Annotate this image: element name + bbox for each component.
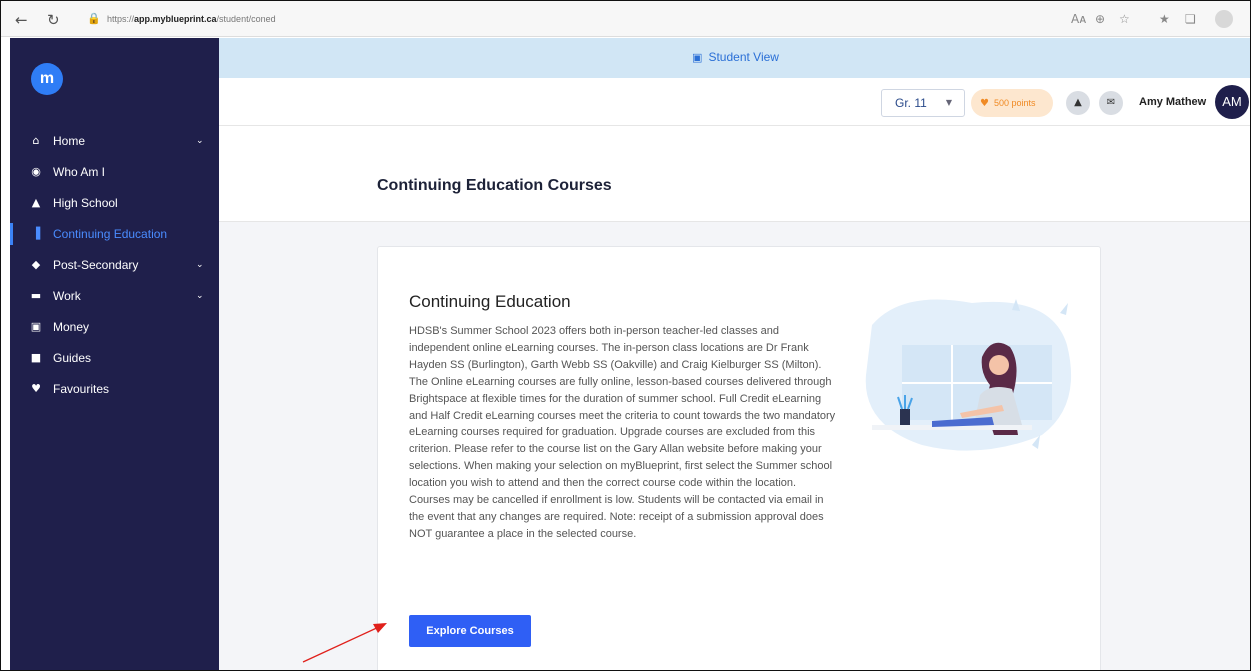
student-view-label[interactable]: ▣ Student View	[219, 50, 1250, 64]
sidebar-item-high-school[interactable]: ▲ High School	[10, 188, 219, 218]
myblueprint-logo[interactable]: m	[31, 63, 63, 95]
continuing-education-card: Continuing Education HDSB's Summer Schoo…	[377, 246, 1101, 670]
money-icon: ▣	[30, 320, 42, 333]
chevron-down-icon[interactable]: ⌄	[196, 250, 204, 280]
annotation-arrow	[302, 623, 387, 663]
read-aloud-icon[interactable]: Aᴀ	[1071, 12, 1086, 26]
sidebar-item-work[interactable]: ▬ Work ⌄	[10, 281, 219, 311]
sidebar-item-label: Guides	[53, 351, 92, 365]
sidebar-item-guides[interactable]: ■ Guides	[10, 343, 219, 373]
reload-icon[interactable]: ↻	[47, 11, 60, 29]
sidebar-item-label: Who Am I	[53, 165, 106, 179]
url-host: app.myblueprint.ca	[134, 14, 217, 24]
home-icon: ⌂	[32, 134, 40, 147]
sidebar-item-label: Post-Secondary	[53, 258, 139, 272]
user-circle-icon: ◉	[31, 165, 41, 178]
sidebar-item-who-am-i[interactable]: ◉ Who Am I	[10, 157, 219, 187]
avatar[interactable]: AM	[1215, 85, 1249, 119]
lock-icon: 🔒	[87, 12, 101, 25]
sidebar-item-label: Work	[53, 289, 81, 303]
zoom-icon[interactable]: ⊕	[1095, 12, 1105, 26]
points-badge[interactable]: ♥ 500 points	[971, 89, 1053, 117]
collections-icon[interactable]: ❏	[1185, 12, 1196, 26]
chevron-down-icon: ▼	[945, 98, 952, 107]
sidebar-item-label: Favourites	[53, 382, 110, 396]
active-indicator	[10, 223, 13, 245]
url-path: /student/coned	[216, 14, 276, 24]
graduation-cap-icon: ◆	[31, 258, 41, 271]
explore-courses-button[interactable]: Explore Courses	[409, 615, 531, 647]
sidebar-item-money[interactable]: ▣ Money	[10, 312, 219, 342]
top-header: Gr. 11 ▼ ♥ 500 points ▲ ✉ Amy Mathew AM	[219, 78, 1250, 126]
sidebar-item-continuing-education[interactable]: ▐ Continuing Education	[10, 219, 219, 249]
heart-icon: ♥	[31, 382, 41, 395]
sidebar-item-label: Continuing Education	[53, 227, 168, 241]
user-name[interactable]: Amy Mathew	[1139, 96, 1206, 108]
card-title: Continuing Education	[409, 292, 571, 311]
books-icon: ▐	[31, 227, 41, 240]
grade-select[interactable]: Gr. 11 ▼	[881, 89, 965, 117]
sidebar: m ⌂ Home ⌄ ◉ Who Am I ▲ High School ▐ Continuing…	[10, 38, 219, 670]
guides-icon: ■	[30, 351, 42, 364]
address-bar[interactable]: 🔒 https://app.myblueprint.ca/student/con…	[83, 8, 1083, 30]
chevron-down-icon[interactable]: ⌄	[196, 126, 204, 156]
favorites-icon[interactable]: ★	[1159, 12, 1170, 26]
sidebar-item-post-secondary[interactable]: ◆ Post-Secondary ⌄	[10, 250, 219, 280]
heart-icon: ♥	[980, 98, 989, 109]
sidebar-item-home[interactable]: ⌂ Home ⌄	[10, 126, 219, 156]
page-title: Continuing Education Courses	[377, 177, 612, 194]
student-studying-illustration	[865, 299, 1072, 451]
back-arrow-icon[interactable]: ←	[15, 11, 28, 29]
url-scheme: https://	[107, 14, 135, 24]
screenshot-frame: ← ↻ 🔒 https://app.myblueprint.ca/student…	[0, 0, 1251, 671]
sidebar-item-label: Money	[53, 320, 90, 334]
page-header: Continuing Education Courses	[219, 126, 1250, 222]
student-view-banner: ▣ Student View	[219, 38, 1250, 78]
browser-profile-icon[interactable]	[1215, 10, 1233, 28]
notifications-bell-icon[interactable]: ▲	[1066, 91, 1090, 115]
favorite-add-icon[interactable]: ☆	[1119, 12, 1130, 26]
card-description: HDSB's Summer School 2023 offers both in…	[409, 325, 836, 540]
sidebar-item-label: High School	[53, 196, 118, 210]
main-content: Continuing Education HDSB's Summer Schoo…	[219, 222, 1250, 670]
browser-chrome: ← ↻ 🔒 https://app.myblueprint.ca/student…	[1, 1, 1250, 37]
school-icon: ▲	[31, 196, 41, 209]
chevron-down-icon[interactable]: ⌄	[196, 281, 204, 311]
bus-icon: ▣	[692, 51, 703, 64]
mail-icon[interactable]: ✉	[1099, 91, 1123, 115]
sidebar-item-favourites[interactable]: ♥ Favourites	[10, 374, 219, 404]
briefcase-icon: ▬	[30, 289, 42, 302]
sidebar-item-label: Home	[53, 134, 86, 148]
